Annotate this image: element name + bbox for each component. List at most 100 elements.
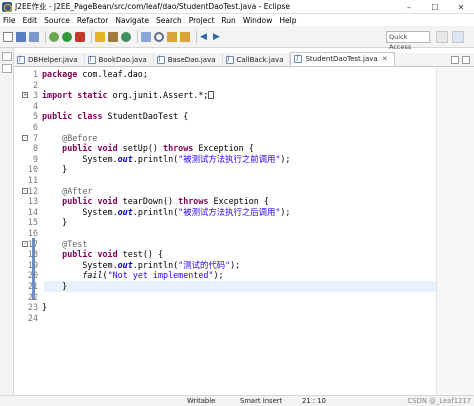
code-line[interactable]: 13 public void tearDown() throws Excepti…: [14, 196, 438, 207]
code-line[interactable]: 8 public void setUp() throws Exception {: [14, 143, 438, 154]
code-line[interactable]: 15 }: [14, 217, 438, 228]
restore-icon[interactable]: [2, 52, 12, 61]
code-line[interactable]: 22: [14, 292, 438, 303]
debug-icon[interactable]: [49, 31, 59, 42]
annotation-prev-icon[interactable]: [180, 31, 190, 42]
maximize-button[interactable]: ☐: [422, 0, 448, 14]
new-package-icon[interactable]: [108, 31, 118, 42]
code-line[interactable]: 14 System.out.println("被测试方法执行之后调用");: [14, 207, 438, 218]
line-number: 3: [32, 90, 38, 101]
code-token: Exception {: [208, 196, 269, 207]
code-line[interactable]: 7 @Before: [14, 133, 438, 144]
new-class-icon[interactable]: [121, 31, 131, 42]
annotation-next-icon[interactable]: [167, 31, 177, 42]
code-line[interactable]: 18 public void test() {: [14, 249, 438, 260]
new-java-project-icon[interactable]: [95, 31, 105, 42]
toolbar-separator: [137, 30, 138, 43]
collapse-fold-icon[interactable]: -: [22, 240, 28, 247]
save-all-icon[interactable]: [29, 31, 39, 42]
code-line[interactable]: 9 System.out.println("被测试方法执行之前调用");: [14, 154, 438, 165]
code-text: }: [42, 164, 67, 175]
save-icon[interactable]: [16, 31, 26, 42]
menu-search[interactable]: Search: [156, 16, 186, 25]
toolbar-separator: [196, 30, 197, 43]
tab-callback[interactable]: CallBack.java: [223, 53, 291, 66]
line-number: 22: [27, 291, 38, 302]
code-line[interactable]: 19 System.out.println("测试的代码");: [14, 260, 438, 271]
code-line[interactable]: 24: [14, 313, 438, 324]
code-token: }: [42, 164, 68, 175]
search-icon[interactable]: [154, 31, 164, 42]
maximize-editor-icon[interactable]: [462, 56, 470, 64]
tab-dbhelper[interactable]: DBHelper.java: [14, 53, 85, 66]
external-tools-icon[interactable]: [75, 31, 85, 42]
line-number: 11: [27, 175, 38, 185]
line-number: 18: [27, 249, 38, 260]
minimize-button[interactable]: –: [396, 0, 422, 14]
back-icon[interactable]: ◀: [200, 32, 210, 42]
line-number: 2: [32, 79, 38, 90]
close-button[interactable]: ✕: [448, 0, 474, 14]
minimize-editor-icon[interactable]: [451, 56, 459, 64]
code-editor[interactable]: 1 package com.leaf.dao; 2 3 import static or…: [14, 67, 438, 395]
code-token: public void: [62, 249, 118, 260]
open-type-icon[interactable]: [141, 31, 151, 42]
line-number: 19: [27, 259, 38, 270]
code-token: tearDown(): [117, 196, 179, 207]
java-perspective-icon[interactable]: [452, 31, 464, 43]
code-token: }: [42, 281, 68, 291]
code-line[interactable]: 21 }: [14, 281, 438, 292]
code-line[interactable]: 6: [14, 122, 438, 133]
code-line[interactable]: 20 fail("Not yet implemented");: [14, 270, 438, 281]
code-line[interactable]: 2: [14, 80, 438, 91]
folded-region-marker[interactable]: [208, 91, 215, 100]
tab-studentdaotest[interactable]: StudentDaoTest.java ✕: [290, 52, 395, 66]
code-line[interactable]: 5 public class StudentDaoTest {: [14, 111, 438, 122]
code-line[interactable]: 4: [14, 101, 438, 112]
menu-navigate[interactable]: Navigate: [115, 16, 153, 25]
open-perspective-icon[interactable]: [436, 31, 448, 43]
collapse-fold-icon[interactable]: -: [22, 187, 28, 194]
code-token: );: [213, 270, 224, 281]
code-line[interactable]: 17 @Test: [14, 239, 438, 250]
code-token: Exception {: [193, 143, 254, 154]
code-line[interactable]: 11: [14, 175, 438, 186]
line-number: 21: [27, 281, 38, 291]
code-text: public void test() {: [42, 249, 163, 260]
code-line[interactable]: 1 package com.leaf.dao;: [14, 69, 438, 80]
run-icon[interactable]: [62, 31, 72, 42]
quick-access-input[interactable]: Quick Access: [386, 31, 430, 51]
collapse-fold-icon[interactable]: -: [22, 134, 28, 141]
status-bar: Writable Smart Insert 21 : 10 CSDN @_Lea…: [0, 395, 474, 406]
code-token: out: [117, 259, 133, 270]
code-line[interactable]: 3 import static org.junit.Assert.*;: [14, 90, 438, 101]
tab-basedao[interactable]: BaseDao.java: [154, 53, 223, 66]
new-icon[interactable]: [3, 31, 13, 42]
line-number: 8: [32, 143, 38, 154]
code-line[interactable]: 23}: [14, 302, 438, 313]
expand-fold-icon[interactable]: +: [22, 92, 28, 99]
package-explorer-icon[interactable]: [2, 64, 12, 73]
overview-ruler[interactable]: [436, 67, 474, 395]
close-tab-icon[interactable]: ✕: [382, 55, 388, 63]
menu-edit[interactable]: Edit: [23, 16, 42, 25]
menu-source[interactable]: Source: [44, 16, 74, 25]
java-file-icon: [87, 55, 96, 64]
menu-run[interactable]: Run: [221, 16, 239, 25]
menu-window[interactable]: Window: [243, 16, 277, 25]
tab-label: BookDao.java: [98, 55, 147, 64]
main-toolbar: ◀ ▶ Quick Access: [0, 26, 474, 51]
menu-refactor[interactable]: Refactor: [77, 16, 112, 25]
forward-icon[interactable]: ▶: [213, 32, 223, 42]
code-line[interactable]: 12 @After: [14, 186, 438, 197]
menu-file[interactable]: File: [3, 16, 20, 25]
tab-bookdao[interactable]: BookDao.java: [85, 53, 154, 66]
code-line[interactable]: 16: [14, 228, 438, 239]
menu-project[interactable]: Project: [189, 16, 219, 25]
tab-label: BaseDao.java: [167, 55, 216, 64]
code-line[interactable]: 10 }: [14, 164, 438, 175]
code-text: import static org.junit.Assert.*;: [42, 90, 215, 101]
code-token: "被测试方法执行之后调用": [178, 206, 281, 217]
menu-help[interactable]: Help: [279, 16, 300, 25]
